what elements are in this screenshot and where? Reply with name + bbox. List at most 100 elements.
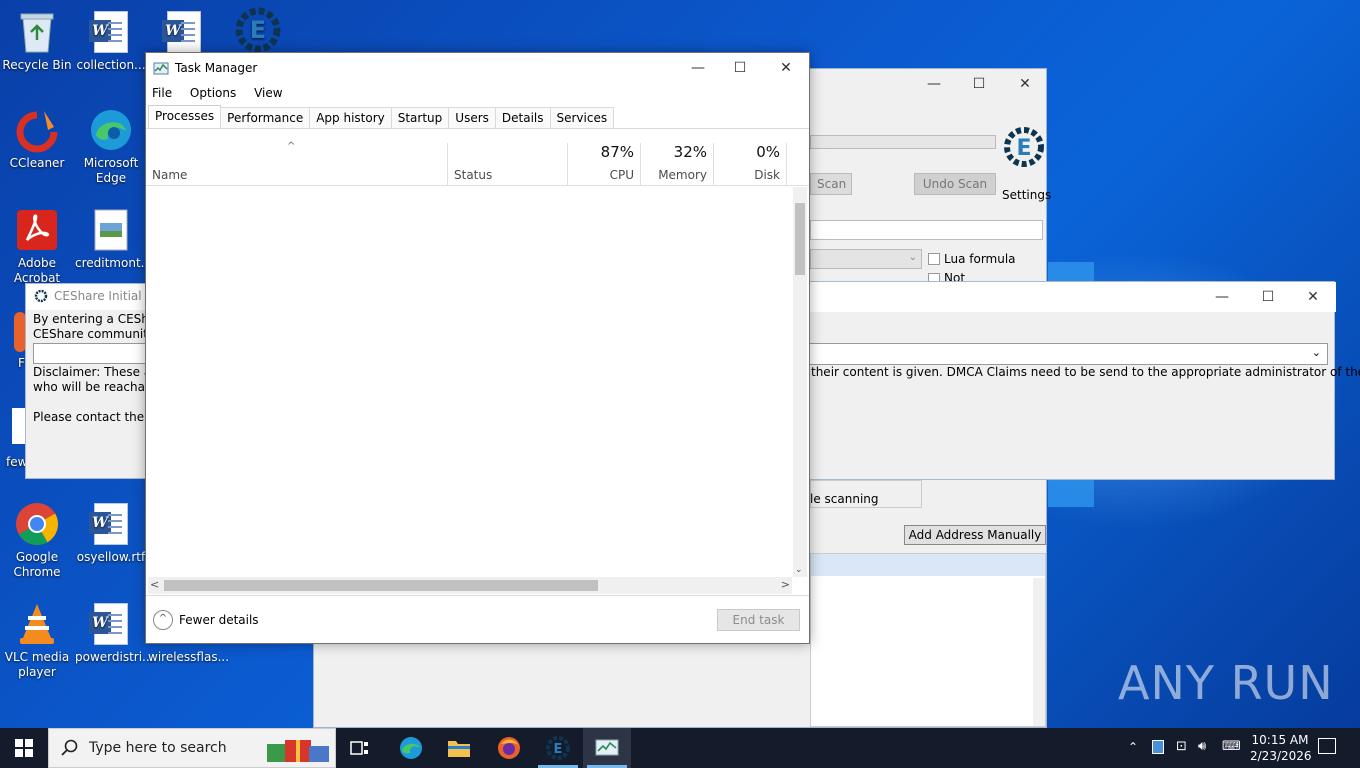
- close-button[interactable]: ✕: [1002, 69, 1048, 99]
- taskbar-file-explorer[interactable]: [435, 728, 483, 768]
- image-file-icon: [87, 206, 135, 254]
- tab-divider: [146, 128, 809, 129]
- vertical-scrollbar[interactable]: ⌄: [793, 187, 807, 577]
- lua-formula-checkbox[interactable]: [928, 253, 940, 265]
- progress-bar: [810, 135, 996, 149]
- ceshare-server-select[interactable]: ⌄: [809, 343, 1328, 365]
- network-icon[interactable]: [1152, 740, 1164, 754]
- add-address-manually-button[interactable]: Add Address Manually: [904, 525, 1046, 545]
- scroll-left-icon[interactable]: <: [150, 578, 159, 591]
- process-list[interactable]: [146, 186, 792, 577]
- tab-performance[interactable]: Performance: [220, 107, 311, 129]
- ceshare-line2: CEShare community: [33, 327, 156, 341]
- chevron-up-icon[interactable]: ^: [153, 610, 173, 630]
- scan-type-select[interactable]: ⌄: [810, 249, 922, 269]
- chrome-icon: [13, 500, 61, 548]
- task-manager-window[interactable]: Task Manager — ☐ ✕ File Options View Pro…: [145, 52, 810, 644]
- maximize-button[interactable]: ☐: [956, 69, 1002, 99]
- notification-icon[interactable]: [1318, 738, 1336, 754]
- tab-startup[interactable]: Startup: [390, 107, 450, 129]
- task-view-button[interactable]: [336, 728, 384, 768]
- minimize-button[interactable]: —: [675, 53, 721, 83]
- menu-file[interactable]: File: [152, 86, 172, 100]
- desktop-icon-recycle-bin[interactable]: Recycle Bin: [1, 8, 73, 73]
- cheat-engine-icon: [34, 289, 48, 303]
- desktop-icon-label: CCleaner: [9, 156, 65, 170]
- scroll-down-icon[interactable]: ⌄: [795, 565, 803, 575]
- scroll-right-icon[interactable]: >: [781, 578, 790, 591]
- maximize-button[interactable]: ☐: [717, 53, 763, 83]
- volume-icon[interactable]: 🔊︎: [1198, 739, 1206, 754]
- taskbar-cheat-engine[interactable]: E: [534, 728, 582, 768]
- taskbar-firefox[interactable]: [485, 728, 533, 768]
- desktop-icon-chrome[interactable]: Google Chrome: [1, 500, 73, 580]
- firefox-icon: [498, 737, 520, 759]
- keyboard-icon[interactable]: ⌨: [1222, 739, 1241, 754]
- chevron-up-icon[interactable]: ⌃: [1128, 740, 1138, 754]
- settings-label[interactable]: Settings: [1002, 188, 1051, 202]
- tab-details[interactable]: Details: [494, 107, 551, 129]
- word-doc-icon: W: [87, 500, 135, 548]
- anyrun-watermark: ANY RUN: [1118, 656, 1334, 710]
- scrollbar-thumb[interactable]: [795, 203, 805, 275]
- desktop-icon-label: powerdistri...: [75, 650, 154, 664]
- column-memory[interactable]: 32% Memory: [641, 143, 714, 185]
- end-task-button[interactable]: End task: [717, 609, 800, 631]
- desktop-icon-creditmont[interactable]: creditmont...: [75, 206, 152, 271]
- tab-processes[interactable]: Processes: [148, 105, 222, 129]
- address-list-scrollbar[interactable]: [1033, 578, 1045, 726]
- fewer-details-link[interactable]: Fewer details: [179, 613, 259, 627]
- scrollbar-thumb[interactable]: [164, 580, 598, 591]
- folder-icon: [448, 741, 470, 757]
- footer-divider: [146, 595, 809, 596]
- device-icon[interactable]: ⊡: [1176, 739, 1187, 754]
- minimize-button[interactable]: —: [1199, 282, 1245, 312]
- desktop-icon-word-doc[interactable]: W: [148, 8, 220, 58]
- menu-view[interactable]: View: [254, 86, 282, 100]
- taskbar-task-manager[interactable]: [583, 728, 631, 768]
- search-box[interactable]: Type here to search: [48, 728, 336, 768]
- undo-scan-button[interactable]: Undo Scan: [914, 173, 996, 195]
- not-checkbox[interactable]: [928, 273, 940, 281]
- horizontal-scrollbar[interactable]: < >: [148, 577, 792, 594]
- ceshare-server-select[interactable]: [33, 343, 151, 364]
- scan-button[interactable]: Scan: [810, 173, 852, 195]
- address-list[interactable]: [810, 553, 1046, 727]
- cheat-engine-icon: E: [234, 6, 282, 54]
- cheat-engine-logo-icon: E: [1002, 119, 1046, 177]
- column-status[interactable]: Status: [448, 143, 568, 185]
- tab-services[interactable]: Services: [549, 107, 615, 129]
- taskbar-edge[interactable]: [387, 728, 435, 768]
- maximize-button[interactable]: ☐: [1245, 282, 1291, 312]
- start-button[interactable]: [0, 728, 48, 768]
- column-name[interactable]: Name: [146, 143, 448, 185]
- desktop-icon-edge[interactable]: Microsoft Edge: [75, 106, 147, 186]
- desktop-icon-powerdistri[interactable]: W powerdistri...: [75, 600, 154, 665]
- desktop-icon-vlc[interactable]: VLC media player: [1, 600, 73, 680]
- column-disk[interactable]: 0% Disk: [714, 143, 787, 185]
- minimize-button[interactable]: —: [911, 69, 957, 99]
- clock[interactable]: 10:15 AM 2/23/2026: [1250, 732, 1312, 764]
- address-list-header: [811, 554, 1045, 576]
- ceshare-window-right[interactable]: — ☐ ✕ ⌄ their content is given. DMCA Cla…: [808, 281, 1360, 480]
- close-button[interactable]: ✕: [763, 53, 809, 83]
- desktop-icon-label: Recycle Bin: [2, 58, 72, 72]
- tab-users[interactable]: Users: [448, 107, 496, 129]
- value-input[interactable]: [810, 220, 1043, 240]
- desktop-icon-ccleaner[interactable]: CCleaner: [1, 106, 73, 171]
- svg-text:E: E: [250, 16, 266, 44]
- desktop-icon-acrobat[interactable]: Adobe Acrobat: [1, 206, 73, 286]
- close-button[interactable]: ✕: [1290, 282, 1336, 312]
- menu-options[interactable]: Options: [190, 86, 236, 100]
- desktop-icon-collection[interactable]: W collection...: [75, 8, 147, 73]
- task-manager-icon: [595, 739, 619, 756]
- vlc-icon: [13, 600, 61, 648]
- ceshare-window-left[interactable]: CEShare Initial Se By entering a CEShare…: [25, 283, 168, 479]
- column-cpu[interactable]: 87% CPU: [568, 143, 641, 185]
- desktop-icon-osyellow[interactable]: W osyellow.rtf: [75, 500, 147, 565]
- disk-percent: 0%: [756, 143, 780, 161]
- desktop-icon-cheat-engine[interactable]: E: [222, 6, 294, 56]
- ceshare-disclaimer-text: their content is given. DMCA Claims need…: [811, 365, 1360, 379]
- desktop-icon-label: collection...: [76, 58, 146, 72]
- tab-app-history[interactable]: App history: [309, 107, 392, 129]
